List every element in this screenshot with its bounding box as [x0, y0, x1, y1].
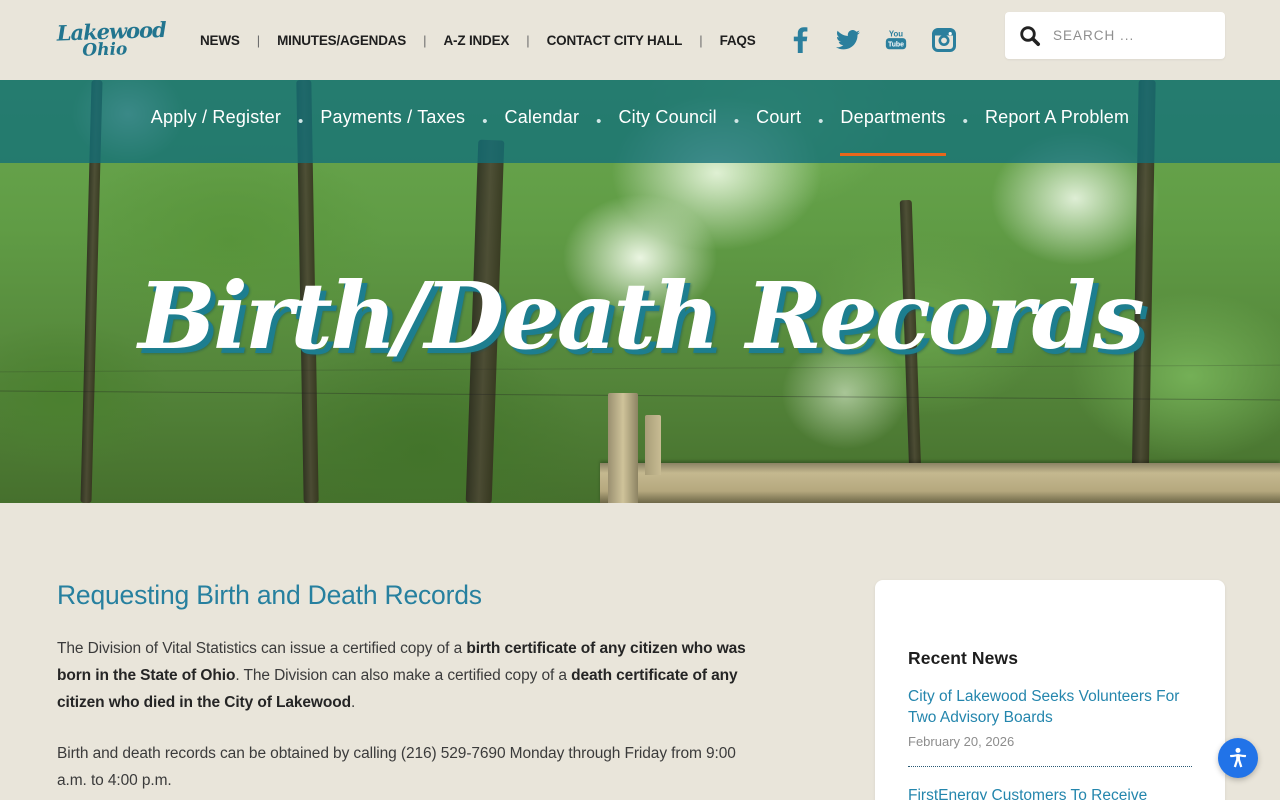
lakewood-ohio-logo[interactable]: Lakewood Ohio	[56, 17, 166, 61]
nav-separator: |	[526, 32, 530, 48]
fence-post	[608, 393, 638, 503]
paragraph-text: .	[350, 694, 356, 711]
instagram-icon[interactable]	[931, 27, 956, 53]
nav-separator: |	[423, 32, 427, 48]
accessibility-button[interactable]	[1218, 738, 1258, 778]
article-body: Requesting Birth and Death Records The D…	[57, 580, 757, 794]
article-heading: Requesting Birth and Death Records	[57, 580, 482, 610]
sidebar-title: Recent News	[908, 648, 1019, 668]
menu-item-payments-taxes[interactable]: Payments / Taxes	[320, 80, 465, 164]
news-date: February 20, 2026	[908, 734, 1015, 749]
nav-link-faqs[interactable]: FAQS	[720, 33, 756, 48]
nav-link-az-index[interactable]: A-Z INDEX	[444, 33, 510, 48]
news-item: FirstEnergy Customers To Receive	[908, 785, 1192, 800]
article-paragraph-1: The Division of Vital Statistics can iss…	[57, 635, 757, 716]
fence-post	[645, 415, 661, 475]
menu-separator: •	[298, 113, 304, 130]
twitter-icon[interactable]	[835, 27, 860, 53]
menu-item-departments[interactable]: Departments	[840, 80, 946, 164]
main-menu: Apply / Register • Payments / Taxes • Ca…	[0, 80, 1280, 163]
menu-separator: •	[818, 113, 824, 130]
menu-item-apply-register[interactable]: Apply / Register	[151, 80, 281, 164]
news-item: City of Lakewood Seeks Volunteers For Tw…	[908, 686, 1192, 749]
menu-separator: •	[482, 113, 488, 130]
menu-item-calendar[interactable]: Calendar	[505, 80, 580, 164]
nav-separator: |	[256, 32, 261, 48]
wooden-fence	[600, 463, 1280, 503]
svg-text:Tube: Tube	[888, 41, 904, 48]
site-header: Lakewood Ohio NEWS | MINUTES/AGENDAS | A…	[0, 0, 1280, 80]
paragraph-text: The Division of Vital Statistics can iss…	[57, 640, 467, 657]
page-title: Birth/Death Records	[138, 262, 1144, 370]
nav-separator: |	[699, 32, 703, 48]
news-divider	[908, 766, 1192, 767]
menu-separator: •	[596, 113, 602, 130]
recent-news-sidebar: Recent News City of Lakewood Seeks Volun…	[875, 580, 1225, 800]
utility-nav: NEWS | MINUTES/AGENDAS | A-Z INDEX | CON…	[200, 33, 756, 48]
menu-item-city-council[interactable]: City Council	[618, 80, 716, 164]
search-input[interactable]	[1053, 28, 1230, 43]
power-line	[0, 390, 1280, 401]
nav-link-minutes-agendas[interactable]: MINUTES/AGENDAS	[277, 33, 406, 48]
search-icon[interactable]	[1019, 25, 1041, 47]
menu-item-court[interactable]: Court	[756, 80, 801, 164]
facebook-icon[interactable]	[788, 27, 812, 53]
menu-item-report-a-problem[interactable]: Report A Problem	[985, 80, 1129, 164]
article-paragraph-2: Birth and death records can be obtained …	[57, 745, 736, 789]
news-link[interactable]: City of Lakewood Seeks Volunteers For Tw…	[908, 686, 1192, 728]
search-box	[1005, 12, 1230, 59]
svg-text:You: You	[888, 29, 902, 38]
nav-link-contact-city-hall[interactable]: CONTACT CITY HALL	[547, 33, 683, 48]
social-links: You Tube	[788, 27, 956, 53]
menu-separator: •	[962, 113, 968, 130]
paragraph-text: . The Division can also make a certified…	[235, 667, 572, 684]
menu-separator: •	[733, 113, 740, 130]
youtube-icon[interactable]: You Tube	[884, 27, 908, 53]
accessibility-person-icon	[1225, 745, 1251, 771]
hero-banner: Apply / Register • Payments / Taxes • Ca…	[0, 80, 1280, 503]
news-link[interactable]: FirstEnergy Customers To Receive	[908, 785, 1192, 800]
nav-link-news[interactable]: NEWS	[200, 33, 240, 48]
